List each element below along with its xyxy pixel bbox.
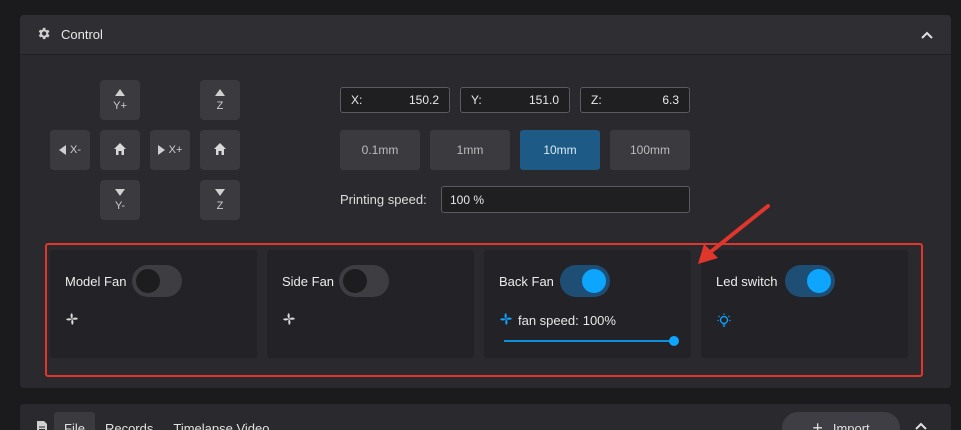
import-button[interactable]: + Import [782,412,900,430]
jog-y-plus-label: Y+ [113,99,127,112]
jog-z-down-button[interactable]: Z [200,180,240,220]
jog-z-down-label: Z [216,199,224,212]
home-z-button[interactable] [200,130,240,170]
jog-z-up-label: Z [216,99,224,112]
file-icon [36,420,48,430]
plus-icon: + [812,418,823,430]
arrow-up-icon [115,88,125,96]
arrow-up-icon [215,88,225,96]
coord-z-value: 6.3 [662,93,679,107]
coord-z-field[interactable]: Z: 6.3 [580,87,690,113]
printing-speed-label: Printing speed: [340,192,427,207]
coord-x-label: X: [351,93,363,107]
printing-speed-input[interactable]: 100 % [441,186,690,213]
annotation-highlight-box [45,243,923,377]
tab-file[interactable]: File [54,412,95,430]
chevron-up-icon[interactable] [915,418,931,430]
coord-y-label: Y: [471,93,482,107]
gear-icon [36,26,51,44]
coord-x-value: 150.2 [408,93,439,107]
control-title: Control [61,27,103,42]
coord-y-field[interactable]: Y: 151.0 [460,87,570,113]
jog-x-minus-label: X- [70,144,81,156]
chevron-up-icon[interactable] [919,27,935,43]
tab-timelapse-video[interactable]: Timelapse Video [163,412,279,430]
arrow-right-icon [157,145,165,155]
control-header[interactable]: Control [20,15,951,55]
arrow-left-icon [59,145,66,155]
jog-x-plus-button[interactable]: X+ [150,130,190,170]
jog-y-minus-button[interactable]: Y- [100,180,140,220]
printing-speed-value: 100 % [450,192,485,207]
file-panel: File Records Timelapse Video + Import [20,404,951,430]
jog-y-plus-button[interactable]: Y+ [100,80,140,120]
coord-x-field[interactable]: X: 150.2 [340,87,450,113]
home-xy-button[interactable] [100,130,140,170]
step-10mm-button[interactable]: 10mm [520,130,600,170]
annotation-arrow-icon [698,204,770,264]
jog-x-minus-button[interactable]: X- [50,130,90,170]
jog-y-minus-label: Y- [115,199,125,212]
home-icon [113,142,127,159]
jog-z-up-button[interactable]: Z [200,80,240,120]
jog-x-plus-label: X+ [168,144,183,156]
step-100mm-button[interactable]: 100mm [610,130,690,170]
tab-records[interactable]: Records [95,412,163,430]
step-0-1mm-button[interactable]: 0.1mm [340,130,420,170]
import-label: Import [832,420,870,430]
step-1mm-button[interactable]: 1mm [430,130,510,170]
arrow-down-icon [215,188,225,196]
coord-z-label: Z: [591,93,602,107]
arrow-down-icon [115,188,125,196]
home-icon [213,142,227,159]
coord-y-value: 151.0 [528,93,559,107]
